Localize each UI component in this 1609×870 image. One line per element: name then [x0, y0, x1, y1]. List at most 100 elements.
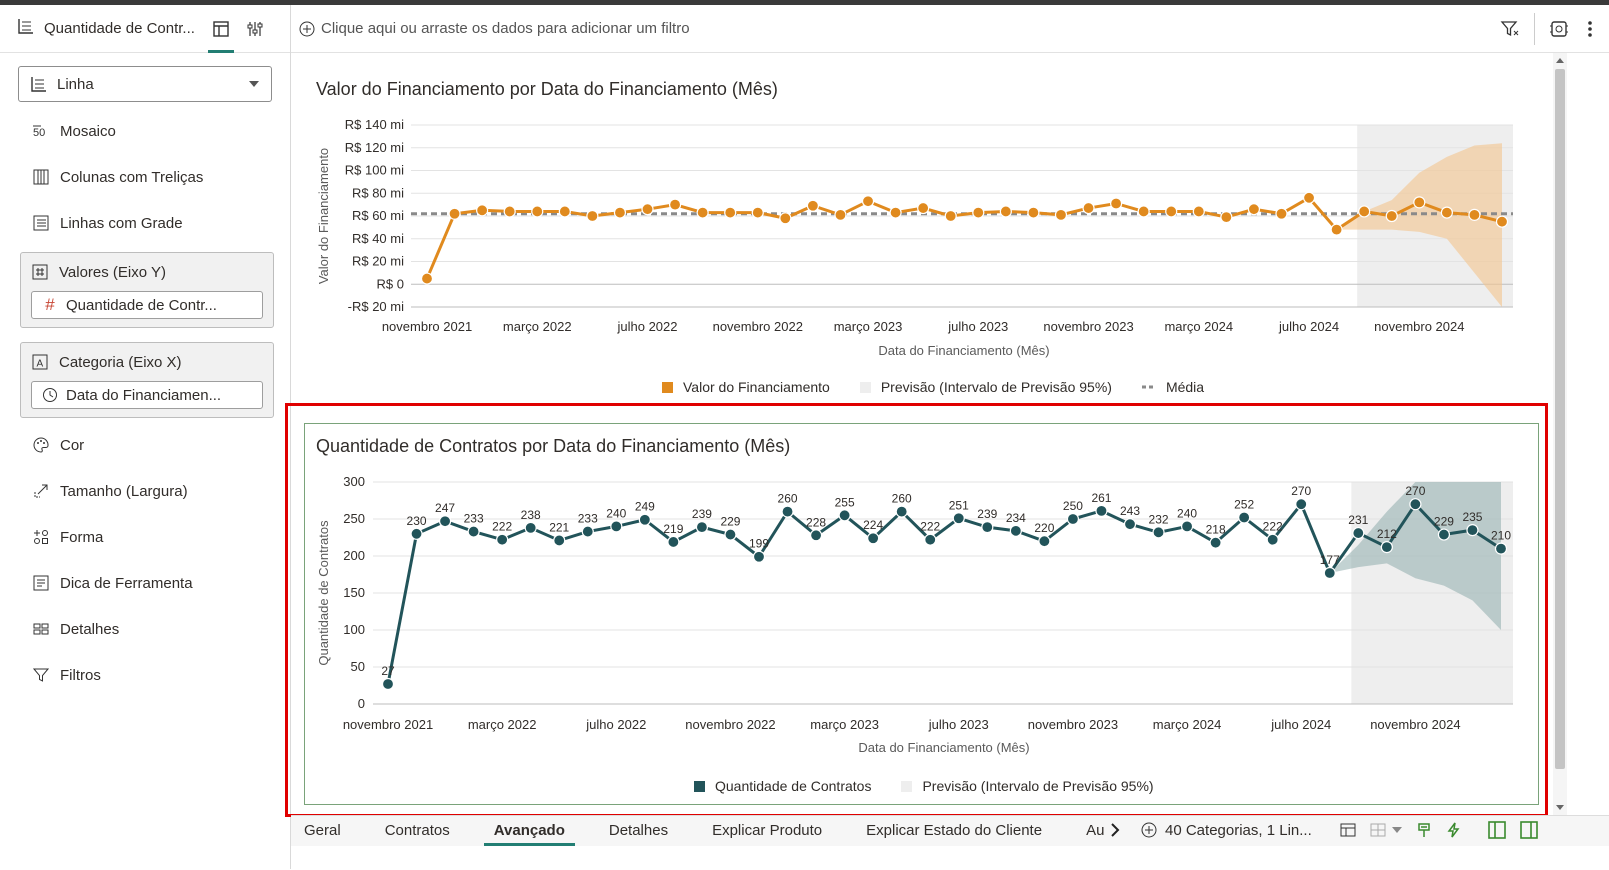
tab-explicar-estado[interactable]: Explicar Estado do Cliente	[844, 816, 1064, 844]
grammar-panel: Quantidade de Contr... Linha 50 Mosaico …	[0, 5, 291, 869]
data-point	[861, 195, 875, 208]
scroll-down-icon[interactable]	[1556, 805, 1564, 810]
category-pill[interactable]: Data do Financiamen...	[31, 381, 263, 409]
data-point	[1137, 205, 1150, 218]
add-filter-icon[interactable]	[299, 21, 315, 37]
detalhes-row[interactable]: Detalhes	[0, 606, 290, 652]
chart-type-select[interactable]: Linha	[18, 66, 272, 102]
filtros-row[interactable]: Filtros	[0, 652, 290, 698]
chevron-right-icon[interactable]	[1110, 823, 1120, 837]
line-chart-icon	[31, 76, 47, 92]
forecast-point	[1495, 215, 1509, 228]
legend-item-media[interactable]: Média	[1141, 379, 1205, 395]
data-point	[917, 201, 930, 215]
mosaico-row[interactable]: 50 Mosaico	[0, 108, 290, 154]
data-point	[1082, 201, 1095, 215]
cor-row[interactable]: Cor	[0, 422, 290, 468]
x-tick-label: novembro 2022	[713, 319, 803, 334]
filter-settings-icon[interactable]	[1500, 19, 1520, 39]
category-group[interactable]: A Categoria (Eixo X) Data do Financiamen…	[20, 342, 274, 418]
chart1-plot[interactable]: R$ 140 mi R$ 120 mi R$ 100 mi R$ 80 mi R$ 60…	[291, 105, 1553, 365]
data-point	[751, 206, 764, 219]
colunas-trelicas-label: Colunas com Treliças	[60, 168, 204, 186]
values-pill[interactable]: # Quantidade de Contr...	[31, 291, 263, 319]
auto-apply-icon[interactable]	[1549, 19, 1569, 39]
values-pill-label: Quantidade de Contr...	[66, 296, 217, 314]
grid-view-icon[interactable]	[1370, 822, 1386, 838]
linhas-grade-row[interactable]: Linhas com Grade	[0, 200, 290, 246]
data-point	[1247, 203, 1261, 216]
data-point	[1110, 197, 1123, 210]
y-axis-title: Valor do Financiamento	[316, 148, 331, 284]
filtros-label: Filtros	[60, 666, 101, 684]
data-point	[531, 205, 544, 218]
x-tick-label: novembro 2021	[382, 319, 472, 334]
line-chart-icon	[18, 18, 34, 39]
filter-placeholder[interactable]: Clique aqui ou arraste os dados para adi…	[321, 20, 690, 37]
mosaico-label: Mosaico	[60, 122, 116, 140]
hash-box-icon	[31, 263, 49, 281]
svg-text:A: A	[37, 359, 44, 370]
y-tick-label: R$ 80 mi	[352, 185, 404, 200]
data-point	[420, 272, 434, 285]
data-point	[1275, 207, 1288, 220]
data-point	[806, 199, 819, 212]
more-options-icon[interactable]	[1587, 20, 1593, 38]
chart1-title: Valor do Financiamento por Data do Finan…	[316, 79, 778, 99]
legend-swatch-forecast	[859, 381, 871, 393]
x-tick-label: março 2023	[834, 319, 903, 334]
tab-explicar-produto[interactable]: Explicar Produto	[690, 816, 844, 844]
tab-detalhes[interactable]: Detalhes	[587, 816, 690, 844]
clock-icon	[42, 387, 58, 403]
colunas-trelicas-row[interactable]: Colunas com Treliças	[0, 154, 290, 200]
tamanho-row[interactable]: Tamanho (Largura)	[0, 468, 290, 514]
status-info: 40 Categorias, 1 Lin...	[1165, 821, 1312, 839]
dropdown-caret-icon[interactable]	[1391, 826, 1402, 834]
data-point	[1027, 206, 1040, 219]
series-line	[425, 195, 1503, 280]
data-point	[1165, 205, 1178, 218]
tab-avancado[interactable]: Avançado	[472, 816, 587, 846]
visualization-title: Quantidade de Contr...	[44, 20, 195, 37]
forecast-point	[1385, 209, 1398, 223]
filter-icon	[32, 666, 50, 684]
x-tick-label: julho 2022	[617, 319, 678, 334]
filter-bar[interactable]: Clique aqui ou arraste os dados para adi…	[291, 5, 1609, 53]
tab-contratos[interactable]: Contratos	[363, 816, 472, 844]
values-group[interactable]: Valores (Eixo Y) # Quantidade de Contr..…	[20, 252, 274, 328]
legend-label-media: Média	[1165, 379, 1205, 395]
grammar-tab-icon[interactable]	[204, 5, 238, 53]
panel-left-icon[interactable]	[1487, 821, 1506, 839]
add-canvas-icon[interactable]	[1141, 822, 1157, 838]
data-point	[1192, 205, 1205, 218]
x-tick-label: julho 2023	[947, 319, 1008, 334]
dica-row[interactable]: Dica de Ferramenta	[0, 560, 290, 606]
data-point	[1220, 211, 1233, 224]
scroll-thumb[interactable]	[1555, 69, 1565, 769]
data-point	[1054, 208, 1068, 221]
y-tick-label: -R$ 20 mi	[348, 299, 404, 314]
highlight-box	[285, 403, 1548, 817]
data-point	[999, 205, 1012, 218]
table-view-icon[interactable]	[1340, 822, 1356, 838]
legend-item-previsao[interactable]: Previsão (Intervalo de Previsão 95%)	[859, 379, 1112, 395]
tab-truncated[interactable]: Au	[1064, 816, 1110, 844]
forecast-point	[1468, 208, 1481, 221]
tab-geral[interactable]: Geral	[291, 816, 363, 844]
scroll-up-icon[interactable]	[1556, 58, 1564, 63]
properties-tab-icon[interactable]	[238, 5, 272, 53]
panel-right-icon[interactable]	[1519, 821, 1538, 839]
y-tick-label: R$ 20 mi	[352, 254, 404, 269]
canvas-scrollbar[interactable]	[1553, 53, 1567, 815]
detalhes-label: Detalhes	[60, 620, 120, 638]
pin-icon[interactable]	[1416, 822, 1432, 838]
legend-item-valor[interactable]: Valor do Financiamento	[662, 379, 830, 395]
canvas-tabs: Geral Contratos Avançado Detalhes Explic…	[291, 816, 1120, 846]
forma-row[interactable]: Forma	[0, 514, 290, 560]
lightning-icon[interactable]	[1446, 822, 1462, 838]
y-tick-label: R$ 140 mi	[345, 117, 404, 132]
canvas-tabs-bar: Geral Contratos Avançado Detalhes Explic…	[291, 815, 1609, 870]
forecast-point	[1440, 206, 1453, 219]
measure-hash-icon: #	[45, 295, 55, 314]
y-tick-label: R$ 40 mi	[352, 231, 404, 246]
